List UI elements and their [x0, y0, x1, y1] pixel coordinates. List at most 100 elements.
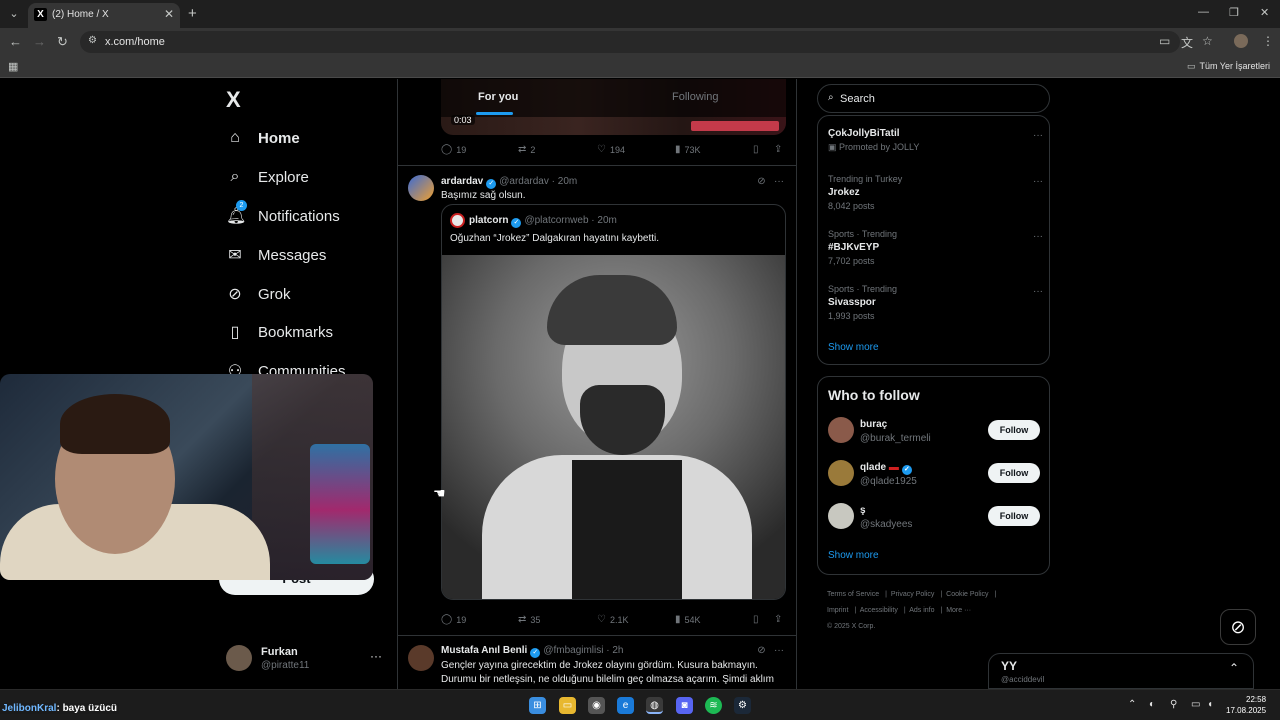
- footer-privacy[interactable]: Privacy Policy: [891, 591, 935, 598]
- nav-explore[interactable]: ⌕ Explore: [226, 162, 309, 192]
- post-time[interactable]: 2h: [612, 645, 623, 656]
- more-icon[interactable]: ···: [1033, 130, 1043, 141]
- spotify-icon[interactable]: ≋: [705, 697, 722, 714]
- obs-icon[interactable]: ◉: [588, 697, 605, 714]
- edge-icon[interactable]: e: [617, 697, 634, 714]
- post-handle[interactable]: @ardardav: [499, 176, 549, 187]
- trends-show-more[interactable]: Show more: [828, 342, 879, 353]
- share-button[interactable]: ⇪: [774, 144, 786, 155]
- views-button[interactable]: ▮ 73K: [675, 144, 701, 155]
- post-author-name[interactable]: Mustafa Anıl Benli: [441, 645, 527, 656]
- nav-messages[interactable]: ✉ Messages: [226, 240, 326, 270]
- footer-imprint[interactable]: Imprint: [827, 607, 848, 614]
- footer-accessibility[interactable]: Accessibility: [860, 607, 898, 614]
- file-explorer-icon[interactable]: ▭: [559, 697, 576, 714]
- repost-button[interactable]: ⇄ 2: [518, 144, 535, 155]
- minimize-icon[interactable]: —: [1198, 6, 1209, 18]
- restore-icon[interactable]: ❐: [1229, 6, 1239, 19]
- quoted-post[interactable]: platcorn ✓ @platcornweb · 20m Oğuzhan “Jro…: [441, 204, 786, 600]
- chrome-icon[interactable]: ◍: [646, 697, 663, 714]
- expand-up-icon[interactable]: ⌃: [1229, 661, 1239, 675]
- bookmark-button[interactable]: ▯: [753, 614, 763, 625]
- more-icon[interactable]: ···: [1033, 176, 1043, 187]
- views-button[interactable]: ▮ 54K: [675, 614, 701, 625]
- post-avatar[interactable]: [408, 175, 434, 201]
- follow-button[interactable]: Follow: [988, 420, 1040, 440]
- new-tab-icon[interactable]: +: [188, 5, 197, 22]
- like-button[interactable]: ♡ 194: [597, 144, 625, 155]
- more-icon[interactable]: ···: [774, 176, 784, 187]
- post-ardardav[interactable]: ardardav ✓ @ardardav · 20m ⊘ ··· Başımız s…: [398, 173, 796, 633]
- system-clock[interactable]: 22:58 17.08.2025: [1226, 694, 1266, 716]
- post-author-name[interactable]: ardardav: [441, 176, 483, 187]
- follow-button[interactable]: Follow: [988, 463, 1040, 483]
- trend-item[interactable]: Sports · Trending Sivasspor 1,993 posts …: [828, 284, 1043, 321]
- tab-following[interactable]: Following: [672, 91, 718, 103]
- follow-show-more[interactable]: Show more: [828, 550, 879, 561]
- follow-suggestion[interactable]: buraç @burak_termeli Follow: [828, 416, 1040, 446]
- network-icon[interactable]: ▭: [1191, 699, 1200, 710]
- messages-drawer[interactable]: YY @acciddevil ⌃: [988, 653, 1254, 689]
- footer-more[interactable]: More ···: [946, 607, 971, 614]
- trend-item[interactable]: Sports · Trending #BJKvEYP 7,702 posts ·…: [828, 229, 1043, 266]
- grok-icon[interactable]: ⊘: [757, 176, 765, 187]
- volume-icon[interactable]: ◖: [1207, 699, 1213, 710]
- x-logo-icon[interactable]: X: [226, 87, 241, 113]
- back-icon[interactable]: ←: [9, 34, 22, 49]
- repost-button[interactable]: ⇄ 35: [518, 614, 540, 625]
- microphone-icon[interactable]: ⚲: [1170, 699, 1177, 710]
- address-bar[interactable]: ⚙ x.com/home: [80, 31, 1180, 53]
- bookmark-button[interactable]: ▯: [753, 144, 763, 155]
- search-input[interactable]: ⌕ Search: [817, 84, 1050, 113]
- tray-chevron-icon[interactable]: ⌃: [1128, 699, 1136, 710]
- quoted-photo[interactable]: [442, 255, 785, 599]
- tray-app-icon[interactable]: ◐: [1149, 699, 1155, 710]
- more-icon[interactable]: ···: [774, 645, 784, 656]
- grok-icon[interactable]: ⊘: [757, 645, 765, 656]
- windows-start-icon[interactable]: ⊞: [529, 697, 546, 714]
- reload-icon[interactable]: ↻: [57, 34, 68, 50]
- reply-button[interactable]: ◯ 19: [441, 144, 466, 155]
- nav-home[interactable]: ⌂ Home: [226, 123, 300, 153]
- follow-suggestion[interactable]: qlade ▬ ✓ @qlade1925 Follow: [828, 459, 1040, 489]
- follow-button[interactable]: Follow: [988, 506, 1040, 526]
- apps-grid-icon[interactable]: ▦: [8, 60, 18, 73]
- discord-icon[interactable]: ◙: [676, 697, 693, 714]
- window-close-icon[interactable]: ✕: [1260, 6, 1269, 19]
- all-bookmarks-folder[interactable]: ▭ Tüm Yer İşaretleri: [1187, 61, 1270, 72]
- cast-icon[interactable]: ▭: [1159, 34, 1170, 48]
- trend-item[interactable]: Trending in Turkey Jrokez 8,042 posts ··…: [828, 174, 1043, 211]
- trend-item[interactable]: ÇokJollyBiTatil ▣ Promoted by JOLLY ···: [828, 128, 1043, 153]
- more-icon[interactable]: ···: [370, 649, 382, 663]
- tab-search-icon[interactable]: ⌄: [6, 6, 22, 22]
- footer-ads-info[interactable]: Ads info: [909, 607, 934, 614]
- translate-icon[interactable]: 文: [1181, 34, 1193, 51]
- nav-notifications[interactable]: 🔔︎ 2 Notifications: [226, 200, 340, 231]
- footer-cookie[interactable]: Cookie Policy: [946, 591, 988, 598]
- site-info-icon[interactable]: ⚙: [88, 35, 97, 46]
- profile-avatar[interactable]: [1234, 34, 1248, 48]
- forward-icon[interactable]: →: [33, 34, 46, 49]
- more-icon[interactable]: ···: [1033, 286, 1043, 297]
- post-avatar[interactable]: [408, 645, 434, 671]
- like-button[interactable]: ♡ 2.1K: [597, 614, 628, 625]
- steam-icon[interactable]: ⚙: [734, 697, 751, 714]
- post-mustafa[interactable]: Mustafa Anıl Benli ✓ @fmbagimlisi · 2h ⊘ ·…: [398, 643, 796, 689]
- nav-bookmarks[interactable]: ▯ Bookmarks: [226, 317, 333, 347]
- star-icon[interactable]: ☆: [1202, 34, 1213, 48]
- post-handle[interactable]: @fmbagimlisi: [543, 645, 603, 656]
- nav-grok[interactable]: ⊘ Grok: [226, 279, 290, 309]
- footer-terms[interactable]: Terms of Service: [827, 591, 879, 598]
- browser-tab-active[interactable]: X (2) Home / X ✕: [28, 3, 180, 28]
- photo-cap: [547, 275, 677, 345]
- tab-close-icon[interactable]: ✕: [164, 7, 174, 21]
- tab-for-you[interactable]: For you: [478, 91, 518, 103]
- post-time[interactable]: 20m: [558, 176, 577, 187]
- more-icon[interactable]: ···: [1033, 231, 1043, 242]
- reply-button[interactable]: ◯ 19: [441, 614, 466, 625]
- kebab-menu-icon[interactable]: ⋮: [1262, 34, 1274, 48]
- account-switcher[interactable]: Furkan @piratte11 ···: [226, 643, 386, 673]
- follow-suggestion[interactable]: ş @skadyees Follow: [828, 502, 1040, 532]
- grok-fab-icon[interactable]: ⊘: [1220, 609, 1256, 645]
- share-button[interactable]: ⇪: [774, 614, 786, 625]
